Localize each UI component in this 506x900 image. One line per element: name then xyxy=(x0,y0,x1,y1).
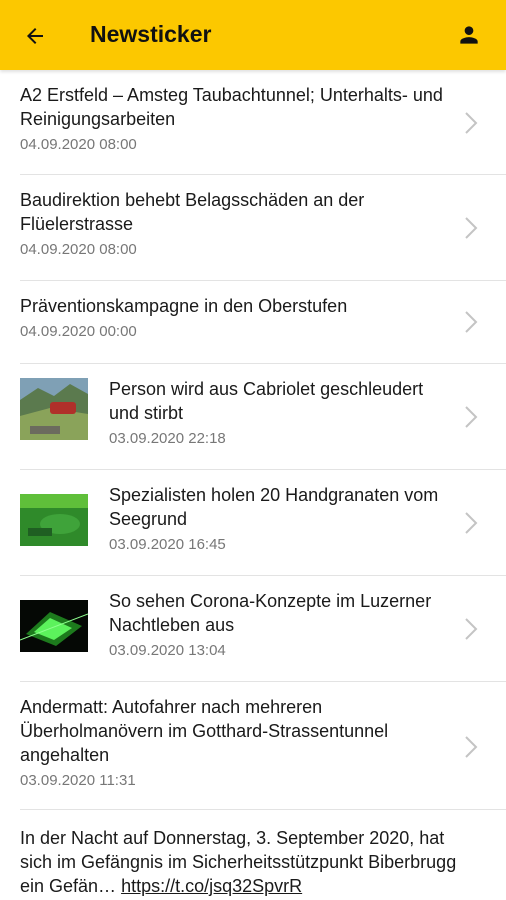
news-thumbnail xyxy=(20,600,88,652)
news-date: 03.09.2020 16:45 xyxy=(109,536,226,553)
person-icon xyxy=(460,26,478,44)
chevron-right-icon xyxy=(465,311,478,333)
news-item[interactable]: Person wird aus Cabriolet geschleudert u… xyxy=(20,364,506,470)
news-headline: Person wird aus Cabriolet geschleudert u… xyxy=(109,379,424,423)
news-headline: In der Nacht auf Donnerstag, 3. Septembe… xyxy=(20,826,476,898)
news-list: A2 Erstfeld – Amsteg Taubachtunnel; Unte… xyxy=(0,70,506,900)
news-headline: Andermatt: Autofahrer nach mehreren Über… xyxy=(20,697,389,765)
chevron-right-icon xyxy=(465,736,478,758)
news-item[interactable]: Spezialisten holen 20 Handgranaten vom S… xyxy=(20,470,506,576)
news-item[interactable]: Präventionskampagne in den Oberstufen 04… xyxy=(20,281,506,364)
tweet-link[interactable]: https://t.co/jsq32SpvrR xyxy=(121,876,302,896)
chevron-right-icon xyxy=(465,112,478,134)
chevron-right-icon xyxy=(465,512,478,534)
page-title: Newsticker xyxy=(90,21,212,47)
app-bar: Newsticker xyxy=(0,0,506,70)
news-date: 04.09.2020 08:00 xyxy=(20,136,137,153)
chevron-right-icon xyxy=(465,217,478,239)
arrow-left-icon xyxy=(27,28,43,44)
news-item[interactable]: Andermatt: Autofahrer nach mehreren Über… xyxy=(20,682,506,810)
news-item[interactable]: So sehen Corona-Konzepte im Luzerner Nac… xyxy=(20,576,506,682)
news-headline: Spezialisten holen 20 Handgranaten vom S… xyxy=(109,485,439,529)
news-item[interactable]: In der Nacht auf Donnerstag, 3. Septembe… xyxy=(20,810,506,900)
news-item[interactable]: A2 Erstfeld – Amsteg Taubachtunnel; Unte… xyxy=(20,70,506,175)
news-date: 03.09.2020 13:04 xyxy=(109,642,226,659)
news-date: 04.09.2020 08:00 xyxy=(20,241,137,258)
back-button[interactable] xyxy=(18,19,52,53)
news-date: 03.09.2020 22:18 xyxy=(109,430,226,447)
chevron-right-icon xyxy=(465,618,478,640)
news-item[interactable]: Baudirektion behebt Belagsschäden an der… xyxy=(20,175,506,281)
news-date: 03.09.2020 11:31 xyxy=(20,772,136,789)
news-headline: So sehen Corona-Konzepte im Luzerner Nac… xyxy=(109,591,432,635)
news-headline: Baudirektion behebt Belagsschäden an der… xyxy=(20,190,365,234)
chevron-right-icon xyxy=(465,406,478,428)
news-headline: Präventionskampagne in den Oberstufen xyxy=(20,296,348,316)
news-thumbnail xyxy=(20,378,88,440)
profile-button[interactable] xyxy=(452,18,486,52)
news-thumbnail xyxy=(20,494,88,546)
news-headline: A2 Erstfeld – Amsteg Taubachtunnel; Unte… xyxy=(20,85,443,129)
news-date: 04.09.2020 00:00 xyxy=(20,323,137,340)
